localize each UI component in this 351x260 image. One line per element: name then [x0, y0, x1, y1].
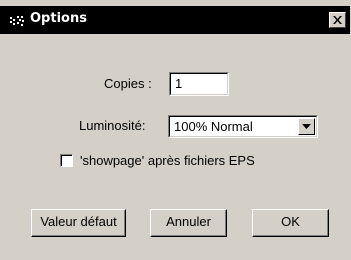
copies-value: 1: [175, 76, 183, 91]
app-icon[interactable]: [10, 14, 26, 28]
default-value-button[interactable]: Valeur défaut: [31, 209, 126, 237]
copies-label: Copies :: [104, 76, 152, 91]
title-bar[interactable]: Options: [0, 6, 350, 34]
showpage-label[interactable]: 'showpage' après fichiers EPS: [80, 153, 255, 168]
cancel-button[interactable]: Annuler: [150, 209, 227, 237]
chevron-down-icon: [302, 124, 311, 129]
close-button[interactable]: [329, 12, 346, 28]
copies-input[interactable]: 1: [169, 72, 229, 96]
ok-button[interactable]: OK: [252, 209, 329, 237]
close-icon: [333, 16, 342, 24]
luminosity-selected-value: 100% Normal: [174, 119, 253, 134]
showpage-checkbox[interactable]: [60, 154, 73, 167]
window-title: Options: [30, 11, 87, 26]
luminosity-label: Luminosité:: [79, 118, 146, 133]
luminosity-dropdown-button[interactable]: [298, 118, 315, 135]
options-dialog: Options Copies : 1 Luminosité: 100% Norm…: [0, 0, 351, 260]
luminosity-select[interactable]: 100% Normal: [168, 115, 318, 138]
